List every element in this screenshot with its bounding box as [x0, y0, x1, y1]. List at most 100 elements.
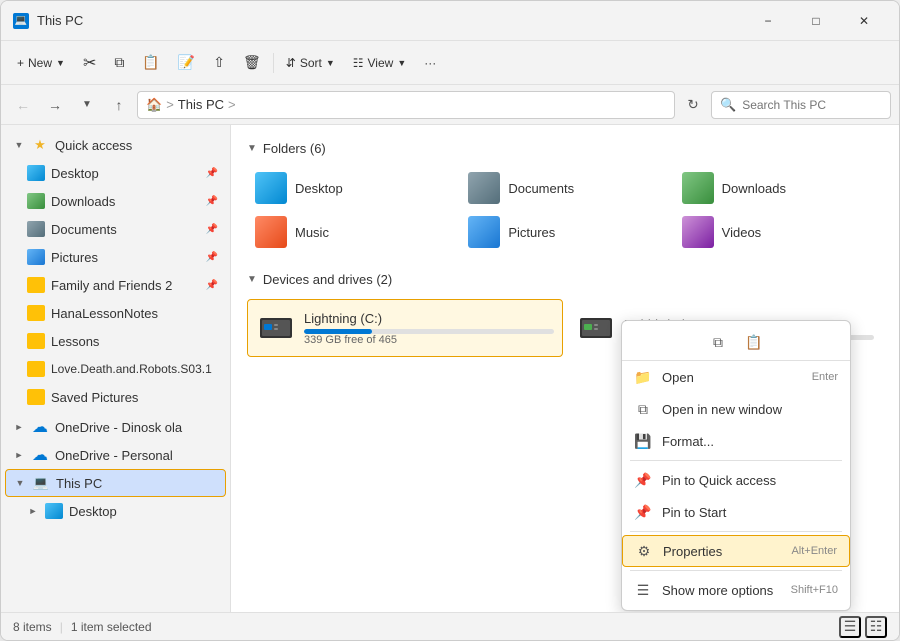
hana-folder-icon	[27, 304, 45, 322]
folder-grid: Desktop Documents Downloads Music	[247, 168, 883, 252]
videos-folder-icon	[682, 216, 714, 248]
address-path[interactable]: 🏠 > This PC >	[137, 91, 675, 119]
context-menu: ⧉ 📋 📁 Open Enter ⧉ Open in new window 💾	[621, 320, 851, 611]
ctx-open[interactable]: 📁 Open Enter	[622, 361, 850, 393]
format-icon: 💾	[634, 432, 652, 450]
sidebar-item-family[interactable]: Family and Friends 2 📌	[5, 271, 226, 299]
ctx-format[interactable]: 💾 Format...	[622, 425, 850, 457]
pictures-folder-icon	[27, 248, 45, 266]
drive-c[interactable]: Lightning (C:) 339 GB free of 465	[247, 299, 563, 357]
close-button[interactable]: ✕	[841, 6, 887, 36]
sidebar-item-onedrive-personal[interactable]: ► ☁ OneDrive - Personal	[5, 441, 226, 469]
desktop-sub-icon	[45, 502, 63, 520]
ctx-open-new-window[interactable]: ⧉ Open in new window	[622, 393, 850, 425]
ctx-pin-start[interactable]: 📌 Pin to Start	[622, 496, 850, 528]
up-button[interactable]: ↑	[105, 91, 133, 119]
back-button[interactable]: ←	[9, 91, 37, 119]
folder-downloads[interactable]: Downloads	[674, 168, 883, 208]
new-icon: +	[17, 56, 24, 70]
love-folder-icon	[27, 360, 45, 378]
pin-quick-access-icon: 📌	[634, 471, 652, 489]
chevron-right-icon: ►	[13, 421, 25, 433]
search-input[interactable]	[742, 98, 882, 112]
ctx-properties[interactable]: ⚙ Properties Alt+Enter	[622, 535, 850, 567]
search-box[interactable]: 🔍	[711, 91, 891, 119]
ctx-separator-3	[630, 570, 842, 571]
large-icons-view-button[interactable]: ☷	[865, 616, 887, 638]
selected-count: 1 item selected	[71, 620, 152, 634]
quick-access-section: ▼ ★ Quick access Desktop 📌	[1, 131, 230, 411]
file-explorer-window: 💻 This PC − □ ✕ + New ▼ ✂ ⧉ 📋 📝 ⇧ 🗑 ⇵ So…	[0, 0, 900, 641]
sidebar-item-documents[interactable]: Documents 📌	[5, 215, 226, 243]
drives-header-label: Devices and drives (2)	[263, 272, 392, 287]
sort-button[interactable]: ⇵ Sort ▼	[278, 47, 343, 79]
rename-button[interactable]: 📝	[170, 47, 203, 79]
chevron-right-icon: ►	[27, 505, 39, 517]
saved-pictures-folder-icon	[27, 388, 45, 406]
ctx-paste-button[interactable]: 📋	[740, 329, 768, 357]
sidebar-item-pictures[interactable]: Pictures 📌	[5, 243, 226, 271]
folder-documents[interactable]: Documents	[460, 168, 669, 208]
onedrive-personal-icon: ☁	[31, 446, 49, 464]
main-area: ▼ ★ Quick access Desktop 📌	[1, 125, 899, 612]
drive-c-icon	[256, 308, 296, 348]
pin-icon: 📌	[206, 252, 218, 263]
cut-button[interactable]: ✂	[75, 47, 104, 79]
sidebar-item-quick-access[interactable]: ▼ ★ Quick access	[5, 131, 226, 159]
ctx-show-more-options[interactable]: ☰ Show more options Shift+F10	[622, 574, 850, 606]
ctx-pin-quick-access[interactable]: 📌 Pin to Quick access	[622, 464, 850, 496]
share-button[interactable]: ⇧	[205, 47, 233, 79]
search-icon: 🔍	[720, 97, 736, 113]
family-folder-icon	[27, 276, 45, 294]
pin-icon: 📌	[206, 168, 218, 179]
new-chevron-icon: ▼	[56, 58, 65, 68]
recent-button[interactable]: ▼	[73, 91, 101, 119]
lessons-folder-icon	[27, 332, 45, 350]
copy-button[interactable]: ⧉	[106, 47, 132, 79]
sidebar-item-this-pc[interactable]: ▼ 💻 This PC	[5, 469, 226, 497]
new-button[interactable]: + New ▼	[9, 47, 73, 79]
more-button[interactable]: ···	[416, 47, 444, 79]
refresh-button[interactable]: ↻	[679, 91, 707, 119]
paste-button[interactable]: 📋	[134, 47, 167, 79]
drive-c-info: Lightning (C:) 339 GB free of 465	[304, 311, 554, 346]
folder-videos[interactable]: Videos	[674, 212, 883, 252]
drives-chevron-icon: ▼	[247, 274, 257, 285]
sidebar-item-saved-pictures[interactable]: Saved Pictures	[5, 383, 226, 411]
delete-button[interactable]: 🗑	[235, 47, 269, 79]
sidebar-item-onedrive-dino[interactable]: ► ☁ OneDrive - Dinosk ola	[5, 413, 226, 441]
window-title: This PC	[37, 13, 745, 28]
toolbar-separator	[273, 53, 274, 73]
content-panel: ▼ Folders (6) Desktop Documents Download…	[231, 125, 899, 612]
folder-desktop[interactable]: Desktop	[247, 168, 456, 208]
minimize-button[interactable]: −	[745, 6, 791, 36]
folders-section-header: ▼ Folders (6)	[247, 141, 883, 156]
forward-button[interactable]: →	[41, 91, 69, 119]
ctx-separator-2	[630, 531, 842, 532]
this-pc-icon: 💻	[32, 474, 50, 492]
sidebar-item-desktop[interactable]: Desktop 📌	[5, 159, 226, 187]
maximize-button[interactable]: □	[793, 6, 839, 36]
view-toggle-buttons: ☰ ☷	[839, 616, 887, 638]
pictures-folder-icon	[468, 216, 500, 248]
ctx-copy-button[interactable]: ⧉	[704, 329, 732, 357]
open-new-window-icon: ⧉	[634, 400, 652, 418]
view-icon: ☷	[353, 56, 364, 70]
star-icon: ★	[31, 136, 49, 154]
folder-pictures[interactable]: Pictures	[460, 212, 669, 252]
view-button[interactable]: ☷ View ▼	[345, 47, 414, 79]
details-view-button[interactable]: ☰	[839, 616, 861, 638]
quick-access-label: Quick access	[55, 138, 218, 153]
open-icon: 📁	[634, 368, 652, 386]
sidebar-item-hana[interactable]: HanaLessonNotes	[5, 299, 226, 327]
sidebar-item-love-death[interactable]: Love.Death.and.Robots.S03.1	[5, 355, 226, 383]
downloads-folder-icon	[682, 172, 714, 204]
documents-folder-icon	[468, 172, 500, 204]
sidebar-item-lessons[interactable]: Lessons	[5, 327, 226, 355]
folder-music[interactable]: Music	[247, 212, 456, 252]
path-this-pc: This PC	[178, 97, 224, 112]
sidebar-item-downloads[interactable]: Downloads 📌	[5, 187, 226, 215]
view-chevron-icon: ▼	[397, 58, 406, 68]
downloads-folder-icon	[27, 192, 45, 210]
sidebar-item-this-pc-desktop[interactable]: ► Desktop	[5, 497, 226, 525]
